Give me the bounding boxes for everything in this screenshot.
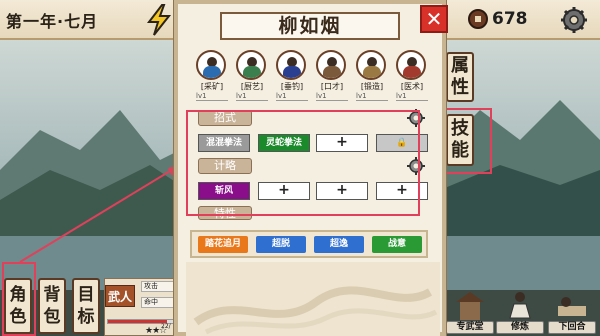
goal-button[interactable]: 目 标 bbox=[72, 278, 100, 334]
cooking-portrait-icon bbox=[236, 50, 266, 80]
settings-gear-icon[interactable] bbox=[560, 6, 588, 34]
train-label: 修炼 bbox=[496, 321, 544, 334]
rating-stars-icon: ★★☆ bbox=[145, 326, 167, 336]
life-skill-level: lv1 bbox=[316, 92, 348, 101]
goal-char-2: 标 bbox=[77, 307, 95, 327]
character-panel: 柳如烟 ✕ [采矿] lv1 [厨艺] lv1 [垂钓] lv1 [口才] lv… bbox=[174, 0, 448, 336]
coin-counter: 678 bbox=[468, 6, 554, 32]
dragon-decoration bbox=[186, 262, 440, 336]
martial-hall-icon bbox=[456, 292, 484, 320]
hit-stat: 命中 bbox=[141, 297, 177, 308]
tactic-3[interactable]: 超逸 bbox=[314, 236, 364, 253]
life-skill-level: lv1 bbox=[196, 92, 228, 101]
life-skill-name: [医术] bbox=[400, 82, 424, 91]
attack-stat: 攻击 bbox=[141, 281, 177, 292]
life-skills-row: [采矿] lv1 [厨艺] lv1 [垂钓] lv1 [口才] lv1 [锻造]… bbox=[196, 50, 428, 101]
life-skill-fishing[interactable]: [垂钓] lv1 bbox=[276, 50, 308, 101]
tactic-4[interactable]: 战意 bbox=[372, 236, 422, 253]
hp-bar-fill bbox=[108, 320, 168, 323]
life-skill-medicine[interactable]: [医术] lv1 bbox=[396, 50, 428, 101]
next-turn-button[interactable]: 下回合 bbox=[548, 290, 596, 336]
close-button[interactable]: ✕ bbox=[420, 5, 448, 33]
life-skill-level: lv1 bbox=[396, 92, 428, 101]
bag-char-1: 背 bbox=[43, 285, 61, 305]
goal-char-1: 目 bbox=[77, 285, 95, 305]
life-skill-level: lv1 bbox=[356, 92, 388, 101]
energy-bolt-icon[interactable] bbox=[146, 4, 172, 36]
bag-button[interactable]: 背 包 bbox=[38, 278, 66, 334]
mining-portrait-icon bbox=[196, 50, 226, 80]
coin-value: 678 bbox=[492, 9, 528, 29]
highlight-role-button bbox=[2, 262, 36, 336]
life-skill-eloquence[interactable]: [口才] lv1 bbox=[316, 50, 348, 101]
tab-attributes-char-1: 属 bbox=[451, 55, 469, 76]
life-skill-cooking[interactable]: [厨艺] lv1 bbox=[236, 50, 268, 101]
character-name: 柳如烟 bbox=[220, 12, 400, 40]
bag-char-2: 包 bbox=[43, 307, 61, 327]
life-skill-mining[interactable]: [采矿] lv1 bbox=[196, 50, 228, 101]
fishing-portrait-icon bbox=[276, 50, 306, 80]
coin-icon bbox=[468, 9, 488, 29]
life-skill-forging[interactable]: [锻造] lv1 bbox=[356, 50, 388, 101]
sleeping-figure-icon bbox=[558, 297, 586, 316]
martial-hall-label: 专武堂 bbox=[446, 321, 494, 334]
game-date: 第一年·七月 bbox=[6, 12, 99, 31]
next-turn-label: 下回合 bbox=[548, 321, 596, 334]
life-skill-name: [垂钓] bbox=[280, 82, 304, 91]
martial-hall-button[interactable]: 专武堂 bbox=[446, 290, 494, 336]
life-skill-name: [厨艺] bbox=[240, 82, 264, 91]
medicine-portrait-icon bbox=[396, 50, 426, 80]
life-skill-name: [锻造] bbox=[360, 82, 384, 91]
eloquence-portrait-icon bbox=[316, 50, 346, 80]
life-skill-name: [采矿] bbox=[200, 82, 224, 91]
class-badge: 武人 bbox=[105, 285, 135, 307]
highlight-skills-tab bbox=[442, 108, 492, 174]
tactics-bar: 踏花追月 超脱 超逸 战意 bbox=[190, 230, 428, 258]
forging-portrait-icon bbox=[356, 50, 386, 80]
tab-attributes[interactable]: 属 性 bbox=[446, 52, 474, 102]
highlight-moves-area bbox=[186, 110, 420, 216]
tab-attributes-char-2: 性 bbox=[451, 77, 469, 98]
life-skill-level: lv1 bbox=[276, 92, 308, 101]
meditating-figure-icon bbox=[509, 292, 531, 319]
train-button[interactable]: 修炼 bbox=[496, 290, 544, 336]
character-card[interactable]: 武人 攻击 命中 22/ ★★☆ bbox=[104, 278, 178, 336]
tactic-1[interactable]: 踏花追月 bbox=[198, 236, 248, 253]
tactic-2[interactable]: 超脱 bbox=[256, 236, 306, 253]
life-skill-name: [口才] bbox=[320, 82, 344, 91]
life-skill-level: lv1 bbox=[236, 92, 268, 101]
